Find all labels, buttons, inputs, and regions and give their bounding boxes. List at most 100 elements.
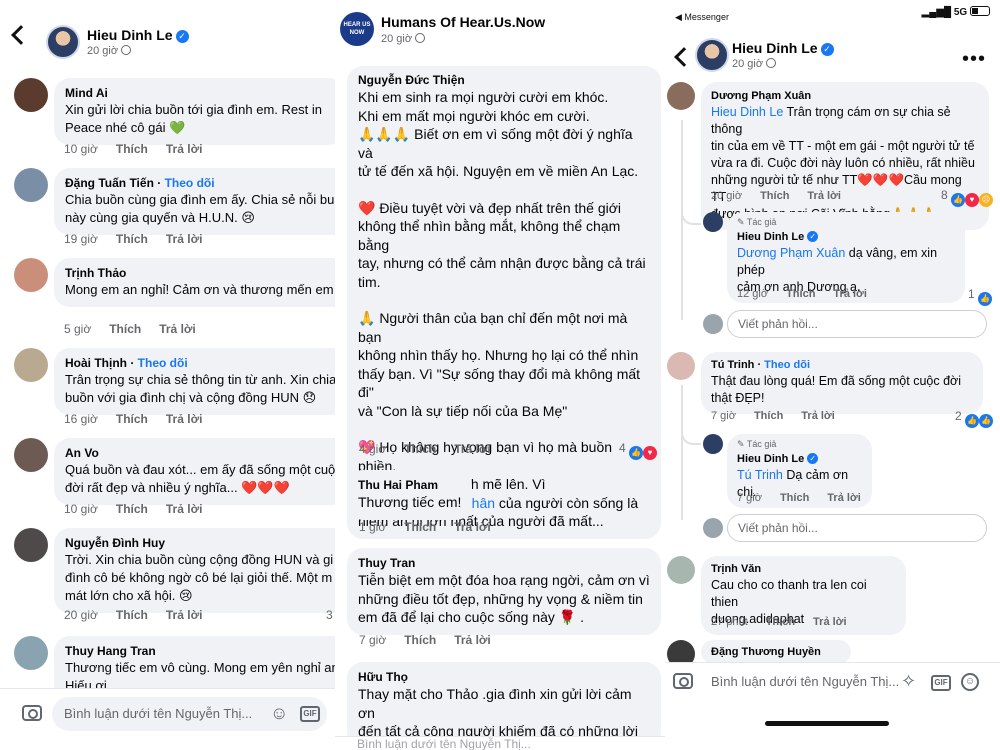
gif-icon[interactable]: GIF: [931, 675, 951, 691]
reply-button[interactable]: Trả lời: [166, 412, 203, 426]
comment-input[interactable]: Bình luận dưới tên Nguyễn Thị...: [699, 665, 919, 699]
commenter-name[interactable]: Đặng Thương Huyền: [711, 644, 841, 660]
like-button[interactable]: Thích: [766, 616, 795, 628]
commenter-name[interactable]: Dương Phạm Xuân: [711, 88, 979, 104]
author-name[interactable]: Hieu Dinh Le: [87, 27, 173, 43]
commenter-name[interactable]: Thuy Hang Tran: [65, 643, 335, 659]
reaction-summary[interactable]: 8 👍 ♥ ☹: [941, 188, 994, 207]
reaction-summary[interactable]: 4 👍 ♥: [619, 441, 658, 460]
commenter-name[interactable]: Hieu Dinh Le: [737, 453, 804, 465]
like-button[interactable]: Thích: [786, 288, 815, 300]
reply-button[interactable]: Trả lời: [813, 616, 847, 628]
like-button[interactable]: Thích: [780, 492, 809, 504]
comment: Trịnh Văn Cau cho co thanh tra len coi t…: [667, 556, 1000, 635]
comment-text: Xin gửi lời chia buồn tới gia đình em. R…: [65, 102, 322, 135]
commenter-name[interactable]: Hieu Dinh Le: [737, 231, 804, 243]
sticker-icon[interactable]: ☺: [270, 703, 288, 724]
reaction-count[interactable]: 3: [326, 608, 333, 622]
avatar[interactable]: [14, 636, 48, 670]
commenter-name[interactable]: Hoài Thịnh: [65, 356, 127, 370]
avatar[interactable]: [14, 528, 48, 562]
commenter-name[interactable]: Mind Ai: [65, 85, 333, 101]
reply-button[interactable]: Trả lời: [166, 608, 203, 622]
comment-text: Trân trọng sự chia sẻ thông tin từ anh. …: [65, 372, 335, 405]
commenter-name[interactable]: Hữu Thọ: [358, 669, 650, 685]
avatar[interactable]: [14, 78, 48, 112]
reply-button[interactable]: Trả lời: [827, 492, 861, 504]
follow-button[interactable]: Theo dõi: [764, 359, 810, 371]
comment-text: Thương tiếc em!: [358, 494, 462, 510]
page-logo[interactable]: HEAR US NOW: [340, 12, 374, 46]
reply-button[interactable]: Trả lời: [807, 190, 841, 202]
commenter-name[interactable]: An Vo: [65, 445, 335, 461]
reaction-summary[interactable]: 2 👍 👍: [955, 409, 994, 428]
avatar[interactable]: [14, 348, 48, 382]
commenter-name[interactable]: Thu Hai Pham: [358, 477, 461, 493]
reply-button[interactable]: Trả lời: [454, 520, 491, 534]
like-button[interactable]: Thích: [760, 190, 789, 202]
mention-link[interactable]: Dương Phạm Xuân: [737, 246, 845, 260]
like-button[interactable]: Thích: [116, 412, 148, 426]
avatar[interactable]: [667, 556, 695, 584]
avatar[interactable]: [703, 212, 723, 232]
camera-icon[interactable]: [22, 705, 42, 721]
reply-button[interactable]: Trả lời: [454, 442, 491, 456]
mention-link[interactable]: Hieu Dinh Le: [711, 105, 783, 119]
avatar[interactable]: [703, 434, 723, 454]
follow-button[interactable]: Theo dõi: [165, 176, 215, 190]
avatar[interactable]: [46, 25, 80, 59]
gif-icon[interactable]: GIF: [300, 706, 320, 722]
commenter-name[interactable]: Tú Trinh: [711, 359, 754, 371]
reply-button[interactable]: Trả lời: [454, 633, 491, 647]
avatar[interactable]: [695, 38, 729, 72]
comment-text: Thay mặt cho Thảo .gia đình xin gửi lời …: [358, 686, 638, 739]
sticker-icon[interactable]: ✧: [901, 671, 916, 692]
author-badge: Tác giả: [746, 217, 777, 227]
commenter-name[interactable]: Thuy Tran: [358, 555, 650, 571]
verified-icon: ✓: [820, 43, 834, 56]
avatar[interactable]: [14, 168, 48, 202]
page-name[interactable]: Humans Of Hear.Us.Now: [381, 14, 545, 30]
avatar[interactable]: [667, 352, 695, 380]
comment-bubble: Đặng Tuấn Tiến · Theo dõi Chia buồn cùng…: [54, 168, 335, 235]
comment-input[interactable]: Bình luận dưới tên Nguyễn Thị...: [357, 737, 531, 750]
camera-icon[interactable]: [673, 673, 693, 689]
back-arrow-icon[interactable]: [11, 25, 31, 45]
reply-input[interactable]: Viết phản hồi...: [727, 514, 987, 542]
more-options-icon[interactable]: •••: [962, 49, 986, 69]
like-button[interactable]: Thích: [404, 442, 436, 456]
like-button[interactable]: Thích: [109, 322, 141, 336]
avatar[interactable]: [14, 258, 48, 292]
commenter-name[interactable]: Đặng Tuấn Tiến: [65, 176, 154, 190]
like-button[interactable]: Thích: [116, 232, 148, 246]
avatar[interactable]: [667, 82, 695, 110]
commenter-name[interactable]: Trịnh Văn: [711, 561, 896, 577]
author-name[interactable]: Hieu Dinh Le: [732, 40, 818, 56]
reply-button[interactable]: Trả lời: [166, 232, 203, 246]
commenter-name[interactable]: Nguyễn Đức Thiện: [358, 72, 650, 88]
like-button[interactable]: Thích: [404, 633, 436, 647]
comment: Hữu Thọ Thay mặt cho Thảo .gia đình xin …: [347, 662, 665, 749]
mention-link[interactable]: Tú Trinh: [737, 468, 783, 482]
commenter-name[interactable]: Nguyễn Đình Huy: [65, 535, 335, 551]
like-button[interactable]: Thích: [404, 520, 436, 534]
reply-button[interactable]: Trả lời: [801, 410, 835, 422]
reply-button[interactable]: Trả lời: [159, 322, 196, 336]
comment-time: 10 giờ: [64, 502, 98, 516]
avatar[interactable]: [14, 438, 48, 472]
like-button[interactable]: Thích: [754, 410, 783, 422]
avatar: [703, 314, 723, 334]
like-button[interactable]: Thích: [116, 608, 148, 622]
commenter-name[interactable]: Trịnh Thảo: [65, 265, 335, 281]
reply-button[interactable]: Trả lời: [833, 288, 867, 300]
like-reaction-icon: 👍: [979, 414, 994, 428]
follow-button[interactable]: Theo dõi: [138, 356, 188, 370]
like-button[interactable]: Thích: [116, 502, 148, 516]
reply-button[interactable]: Trả lời: [166, 502, 203, 516]
reply-input[interactable]: Viết phản hồi...: [727, 310, 987, 338]
back-arrow-icon[interactable]: [674, 47, 694, 67]
reaction-summary[interactable]: 1 👍: [968, 287, 993, 306]
like-button[interactable]: Thích: [116, 142, 148, 156]
reply-button[interactable]: Trả lời: [166, 142, 203, 156]
emoji-icon[interactable]: ☺: [961, 673, 979, 691]
